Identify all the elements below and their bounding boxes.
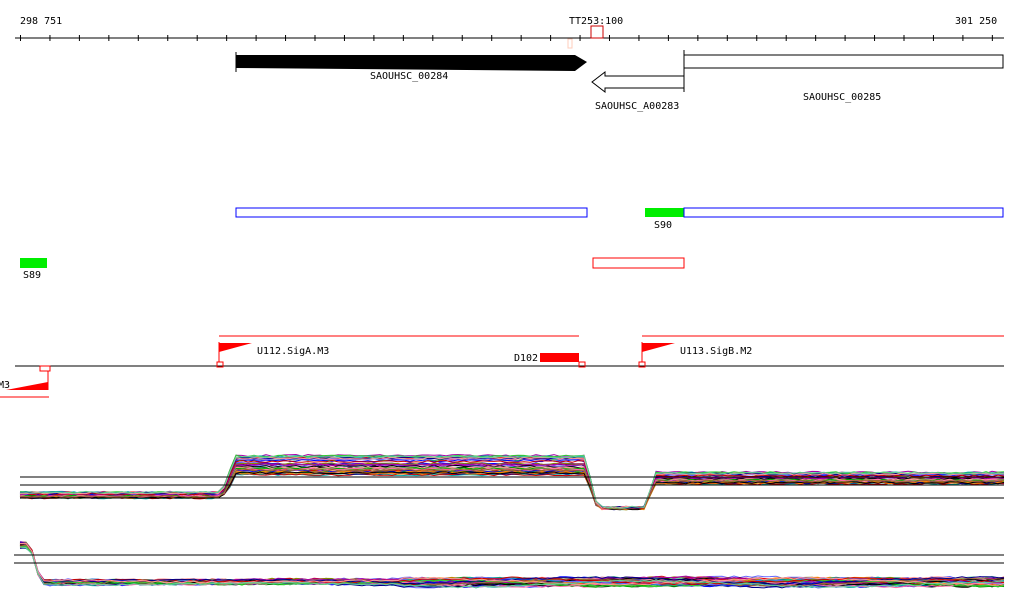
marker-small-box <box>567 38 573 49</box>
expression-track-1 <box>19 453 1005 511</box>
terminator-d102[interactable] <box>540 353 579 362</box>
gene-SAOUHSC_00284[interactable]: SAOUHSC_00284 <box>235 52 587 82</box>
feature-s89[interactable] <box>20 258 47 268</box>
gene-arrow-forward[interactable] <box>236 55 587 71</box>
promoter-u112-label: U112.SigA.M3 <box>257 346 329 357</box>
feature-s90-label: S90 <box>654 220 672 231</box>
feature-blue-box-right[interactable] <box>683 207 1004 218</box>
genome-browser[interactable]: 298 751 301 250 TT253:100 SAOUHSC_00284 … <box>0 0 1024 611</box>
gene-arrow-reverse[interactable] <box>591 70 685 94</box>
gene-SAOUHSC_A00283[interactable]: SAOUHSC_A00283 <box>591 50 685 112</box>
feature-s89-label: S89 <box>23 270 41 281</box>
feature-red-box[interactable] <box>592 257 685 269</box>
promoter-flag-u112[interactable] <box>219 343 252 352</box>
ruler-start-label: 298 751 <box>20 16 62 27</box>
ruler-marker-label: TT253:100 <box>569 16 623 27</box>
expression-track-2 <box>19 540 1005 589</box>
gene-SAOUHSC_00285[interactable]: SAOUHSC_00285 <box>683 54 1004 103</box>
promoter-u113-label: U113.SigB.M2 <box>680 346 752 357</box>
promoter-flag-u113[interactable] <box>642 343 675 352</box>
marker-box[interactable] <box>590 25 604 39</box>
ruler-end-label: 301 250 <box>955 16 997 27</box>
coordinate-ruler: 298 751 301 250 TT253:100 <box>15 16 1004 49</box>
feature-s90[interactable] <box>645 208 684 217</box>
gene-label: SAOUHSC_A00283 <box>595 101 679 112</box>
gene-label: SAOUHSC_00284 <box>370 71 448 82</box>
promoter-left-label: M3 <box>0 380 10 391</box>
promoter-flag-left[interactable] <box>6 382 48 390</box>
gene-label: SAOUHSC_00285 <box>803 92 881 103</box>
terminator-d102-label: D102 <box>514 353 538 364</box>
gene-box[interactable] <box>683 54 1004 69</box>
regulatory-track: M3 U112.SigA.M3 D102 U113.SigB.M2 <box>0 335 1004 398</box>
feature-blue-box[interactable] <box>235 207 588 218</box>
